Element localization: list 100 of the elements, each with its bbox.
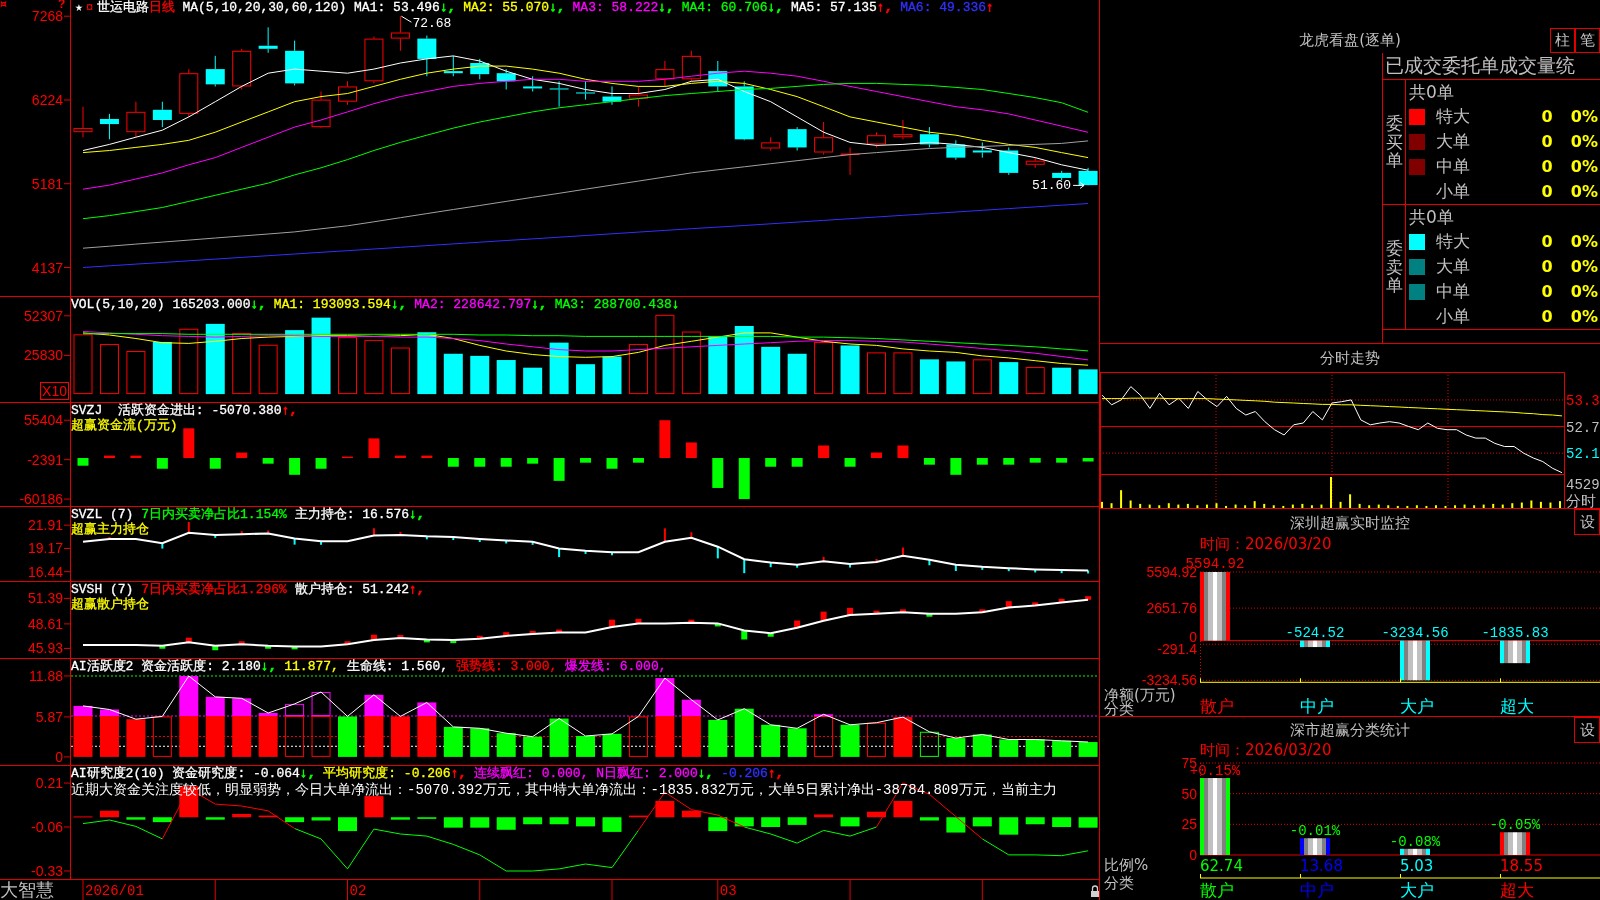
indicator-reading: AI活跃度2 资金活跃度: 2.180 bbox=[71, 659, 261, 674]
activity-bar bbox=[179, 716, 199, 757]
settings-button[interactable]: 设 bbox=[1574, 717, 1600, 743]
volume-bar bbox=[840, 345, 860, 395]
research-bar bbox=[258, 815, 278, 818]
research-bar bbox=[999, 817, 1019, 835]
unit-label: X10 bbox=[40, 382, 69, 400]
research-bar bbox=[338, 817, 357, 832]
category-label: 大户 bbox=[1400, 696, 1434, 716]
fund-flow-bar bbox=[421, 455, 433, 458]
axis-title: 比例% bbox=[1104, 856, 1149, 874]
order-count: 0 bbox=[1541, 107, 1553, 126]
axis-label: 6224 bbox=[31, 92, 63, 108]
activity-bar bbox=[179, 675, 199, 716]
order-type: 大单 bbox=[1436, 255, 1470, 278]
volume-bar bbox=[628, 344, 648, 395]
research-bar bbox=[390, 817, 410, 820]
axis-label: 25 bbox=[1181, 816, 1197, 833]
axis-label: 48.61 bbox=[27, 615, 63, 632]
activity-bar bbox=[1078, 742, 1098, 757]
axis-label: 5.87 bbox=[35, 708, 63, 725]
order-count: 0 bbox=[1541, 307, 1553, 326]
fund-flow-bar bbox=[130, 455, 142, 458]
fund-flow-bar bbox=[818, 445, 830, 458]
order-percent: 0% bbox=[1570, 107, 1598, 126]
activity-bar bbox=[443, 726, 463, 757]
fund-flow-bar bbox=[1029, 458, 1041, 463]
volume-bar bbox=[972, 359, 992, 395]
research-bar bbox=[1078, 817, 1098, 828]
research-bar bbox=[919, 817, 939, 821]
research-bar bbox=[152, 817, 172, 823]
order-percent: 0% bbox=[1570, 282, 1598, 301]
order-total: 共0单 bbox=[1409, 80, 1454, 104]
question-mark-icon[interactable]: ? bbox=[58, 0, 66, 11]
axis-label: 5181 bbox=[31, 175, 63, 192]
ratio-bar bbox=[1300, 838, 1330, 855]
indicator-reading: AI研究度2(10) 资金研究度: -0.064 bbox=[71, 766, 300, 781]
date-label: 2026/01 bbox=[85, 883, 144, 899]
research-bar bbox=[470, 817, 490, 828]
value-label: -3234.56 bbox=[1381, 624, 1449, 641]
axis-label: 52.7 bbox=[1566, 419, 1600, 436]
volume-bar bbox=[549, 342, 569, 395]
fund-flow-bar bbox=[474, 458, 486, 467]
volume-bar bbox=[443, 353, 463, 395]
indicator-reading: 日线 bbox=[148, 0, 175, 15]
fund-flow-bar bbox=[103, 455, 115, 458]
axis-label: -2391 bbox=[27, 451, 63, 468]
category-label: 散户 bbox=[1200, 696, 1234, 716]
fund-flow-bar bbox=[500, 458, 512, 467]
fund-flow-bar bbox=[844, 458, 856, 467]
volume-bar bbox=[99, 344, 119, 395]
volume-bar bbox=[734, 326, 754, 395]
volume-bar bbox=[285, 330, 305, 395]
volume-bar bbox=[999, 362, 1019, 395]
view-toggle-button[interactable]: 笔 bbox=[1575, 28, 1600, 53]
fund-flow-bar bbox=[606, 458, 618, 469]
star-icon[interactable]: ★ bbox=[75, 0, 83, 15]
category-label: 中户 bbox=[1300, 696, 1334, 716]
volume-bar bbox=[205, 323, 225, 395]
axis-title: 分类 bbox=[1104, 874, 1134, 892]
research-bar bbox=[99, 810, 119, 818]
research-bar bbox=[523, 817, 543, 825]
fund-flow-bar bbox=[976, 458, 988, 465]
ratio-bar bbox=[1500, 832, 1530, 855]
order-percent: 0% bbox=[1570, 232, 1598, 251]
fund-flow-bar bbox=[580, 458, 592, 463]
research-bar bbox=[496, 817, 516, 830]
fund-flow-bar bbox=[368, 438, 380, 458]
change-label: -0.05% bbox=[1489, 817, 1541, 834]
value-label: 18.55 bbox=[1500, 857, 1543, 875]
sun-icon: ¤ bbox=[0, 0, 7, 10]
order-percent: 0% bbox=[1570, 257, 1598, 276]
axis-label: 52307 bbox=[24, 307, 63, 324]
axis-label: 11.88 bbox=[29, 667, 63, 684]
axis-label: 45.93 bbox=[27, 640, 63, 657]
research-bar bbox=[867, 811, 886, 818]
order-count: 0 bbox=[1541, 232, 1553, 251]
order-percent: 0% bbox=[1570, 307, 1598, 326]
research-bar bbox=[1052, 817, 1072, 827]
indicator-title: 超赢主力持仓 bbox=[71, 522, 149, 537]
fund-flow-bar bbox=[632, 458, 644, 463]
volume-bar bbox=[1052, 367, 1072, 395]
category-label: 中户 bbox=[1300, 880, 1334, 900]
indicator-reading: SVZJ 活跃资金进出: -5070.380 bbox=[71, 403, 282, 418]
volume-bar bbox=[470, 355, 490, 395]
volume-bar bbox=[893, 352, 913, 395]
activity-bar bbox=[390, 716, 410, 757]
fund-flow-bar bbox=[236, 452, 248, 458]
settings-button[interactable]: 设 bbox=[1574, 509, 1600, 535]
fund-flow-bar bbox=[1056, 458, 1068, 463]
activity-bar bbox=[470, 728, 490, 757]
fund-flow-bar bbox=[791, 458, 803, 467]
research-bar bbox=[893, 800, 913, 818]
net-amount-bar bbox=[1300, 640, 1330, 648]
category-label: 大户 bbox=[1400, 880, 1434, 900]
volume-bar bbox=[364, 339, 384, 395]
view-toggle-button[interactable]: 柱 bbox=[1550, 28, 1575, 53]
axis-label: 16.44 bbox=[27, 563, 63, 580]
fund-flow-bar bbox=[289, 458, 301, 475]
axis-label: 53.3 bbox=[1566, 392, 1600, 409]
